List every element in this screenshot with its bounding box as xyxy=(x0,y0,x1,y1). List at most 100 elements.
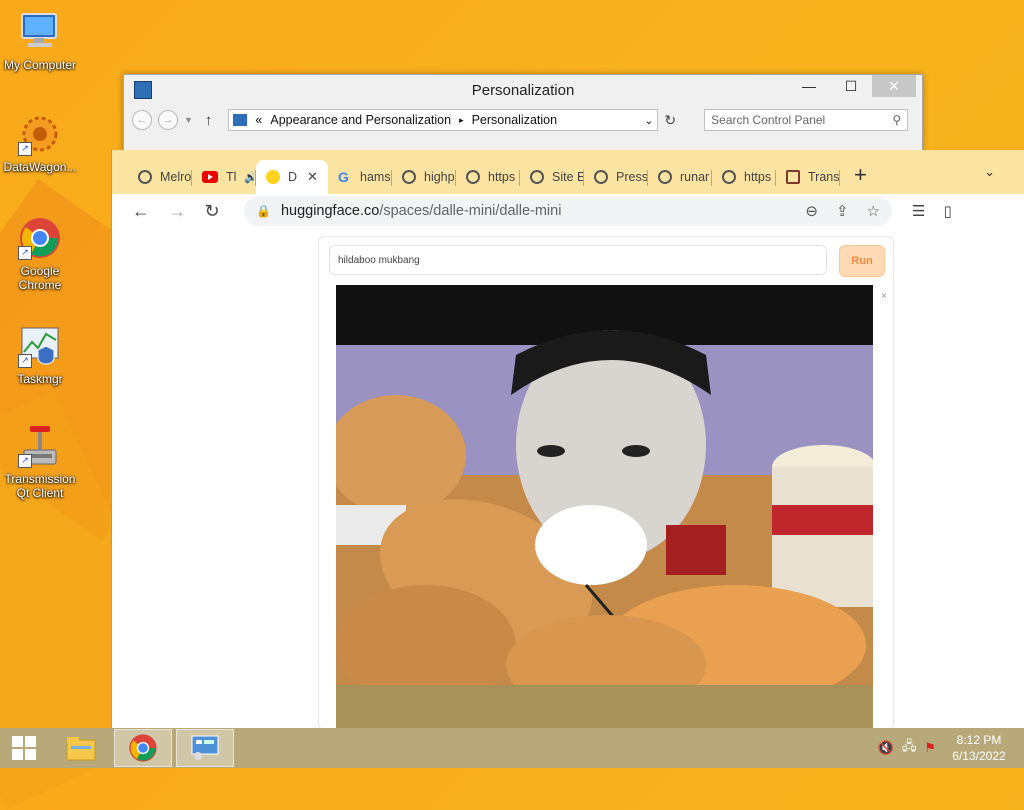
start-button[interactable] xyxy=(0,728,48,768)
desktop-icon-label: Taskmgr xyxy=(17,372,63,386)
new-tab-button[interactable]: + xyxy=(854,162,867,188)
generated-image[interactable] xyxy=(336,285,873,729)
up-arrow-icon[interactable]: ↑ xyxy=(205,112,213,129)
recent-dropdown-icon[interactable]: ▼ xyxy=(184,115,193,125)
breadcrumb-separator[interactable]: ▸ xyxy=(459,115,464,126)
bookmark-star-icon[interactable]: ☆ xyxy=(867,202,880,220)
action-center-icon[interactable]: ⚑ xyxy=(924,740,936,756)
desktop-icon-datawagon[interactable]: ↗ DataWagon... xyxy=(0,112,80,174)
youtube-icon xyxy=(202,171,218,183)
control-panel-small-icon xyxy=(233,114,248,126)
taskbar-file-explorer[interactable] xyxy=(52,729,110,767)
desktop-icon-label: DataWagon... xyxy=(3,160,77,174)
tab-trans[interactable]: Trans xyxy=(776,160,840,194)
maximize-button[interactable]: ☐ xyxy=(830,75,872,97)
globe-icon xyxy=(594,170,608,184)
reading-list-icon[interactable]: ☰ xyxy=(912,202,925,220)
tab-https-1[interactable]: https xyxy=(456,160,520,194)
address-bar[interactable]: 🔒 huggingface.co/spaces/dalle-mini/dalle… xyxy=(244,196,892,226)
breadcrumb-personalization[interactable]: Personalization xyxy=(472,113,557,127)
chrome-icon: ↗ xyxy=(18,216,62,260)
tab-label: Press xyxy=(616,170,648,184)
tab-label: Melro xyxy=(160,170,192,184)
address-bar[interactable]: « Appearance and Personalization ▸ Perso… xyxy=(228,109,659,131)
tab-runar[interactable]: runar xyxy=(648,160,712,194)
tab-youtube[interactable]: Tl 🔊 xyxy=(192,160,256,194)
tab-dalle-mini[interactable]: D ✕ xyxy=(256,160,328,194)
prompt-input[interactable]: hildaboo mukbang xyxy=(329,245,827,275)
taskbar-control-panel[interactable] xyxy=(176,729,234,767)
globe-icon xyxy=(658,170,672,184)
tab-site[interactable]: Site E xyxy=(520,160,584,194)
search-placeholder: Search Control Panel xyxy=(711,113,826,127)
chevron-down-icon[interactable]: ⌄ xyxy=(644,114,653,127)
close-tab-icon[interactable]: ✕ xyxy=(307,169,318,185)
close-button[interactable]: ✕ xyxy=(872,75,916,97)
clock-time: 8:12 PM xyxy=(956,733,1002,747)
translate-icon xyxy=(786,170,800,184)
run-button[interactable]: Run xyxy=(839,245,885,277)
search-icon: ⚲ xyxy=(892,113,902,127)
clock[interactable]: 8:12 PM 6/13/2022 xyxy=(944,732,1014,764)
side-panel-icon[interactable]: ▯ xyxy=(943,202,951,220)
zoom-icon[interactable]: ⊖ xyxy=(805,202,818,220)
tab-strip: Melro Tl 🔊 D ✕ Ghams highp https Site E Pr… xyxy=(112,150,1024,194)
breadcrumb-overflow[interactable]: « xyxy=(255,113,262,127)
desktop-icon-my-computer[interactable]: My Computer xyxy=(0,10,80,72)
huggingface-icon xyxy=(266,170,280,184)
taskbar: 🔇 🖧 ⚑ 8:12 PM 6/13/2022 xyxy=(0,728,1024,768)
control-panel-icon xyxy=(134,81,152,99)
back-icon[interactable]: ← xyxy=(132,201,150,222)
system-tray: 🔇 🖧 ⚑ 8:12 PM 6/13/2022 xyxy=(878,732,1024,764)
speaker-icon[interactable]: 🔊 xyxy=(244,171,256,184)
share-icon[interactable]: ⇪ xyxy=(836,202,849,220)
lock-icon: 🔒 xyxy=(256,204,271,218)
url-host: huggingface.co xyxy=(280,203,380,219)
breadcrumb-appearance[interactable]: Appearance and Personalization xyxy=(270,113,451,127)
shortcut-arrow-icon: ↗ xyxy=(18,142,32,156)
tab-hams[interactable]: Ghams xyxy=(328,160,392,194)
reload-icon[interactable]: ↻ xyxy=(204,201,220,222)
forward-icon[interactable]: → xyxy=(168,201,186,222)
tab-label: highp xyxy=(424,170,455,184)
tab-label: Site E xyxy=(552,170,584,184)
refresh-icon[interactable]: ↻ xyxy=(664,112,676,129)
globe-icon xyxy=(402,170,416,184)
window-title: Personalization xyxy=(471,81,575,99)
network-icon[interactable]: 🖧 xyxy=(902,737,917,759)
volume-muted-icon[interactable]: 🔇 xyxy=(878,740,894,756)
page-content: hildaboo mukbang Run × xyxy=(120,228,1024,730)
globe-icon xyxy=(530,170,544,184)
tab-highp[interactable]: highp xyxy=(392,160,456,194)
tab-label: Tl xyxy=(226,170,237,184)
dalle-mini-app: hildaboo mukbang Run × xyxy=(318,236,894,730)
tab-melro[interactable]: Melro xyxy=(128,160,192,194)
tab-label: https xyxy=(488,170,516,184)
desktop-icon-label: Google Chrome xyxy=(18,264,62,292)
tab-press[interactable]: Press xyxy=(584,160,648,194)
shortcut-arrow-icon: ↗ xyxy=(18,354,32,368)
tab-label: runar xyxy=(680,170,710,184)
tab-https-2[interactable]: https xyxy=(712,160,776,194)
control-panel-icon xyxy=(191,735,219,760)
desktop-icon-google-chrome[interactable]: ↗ Google Chrome xyxy=(0,216,80,292)
browser-toolbar: ← → ↻ 🔒 huggingface.co/spaces/dalle-mini… xyxy=(112,194,1024,228)
forward-icon[interactable]: → xyxy=(158,110,178,130)
url-path: /spaces/dalle-mini/dalle-mini xyxy=(379,203,562,219)
desktop-icon-taskmgr[interactable]: ↗ Taskmgr xyxy=(0,324,80,386)
transmission-icon: ↗ xyxy=(18,424,62,468)
close-image-icon[interactable]: × xyxy=(881,291,887,302)
minimize-button[interactable]: — xyxy=(788,75,830,97)
search-control-panel-input[interactable]: Search Control Panel ⚲ xyxy=(704,109,909,131)
tab-label: Trans xyxy=(808,170,840,184)
globe-icon xyxy=(138,170,152,184)
back-icon[interactable]: ← xyxy=(132,110,152,130)
chrome-window[interactable]: Melro Tl 🔊 D ✕ Ghams highp https Site E Pr… xyxy=(111,150,1024,730)
desktop-icon-label: My Computer xyxy=(3,58,77,72)
desktop-icon-transmission[interactable]: ↗ Transmission Qt Client xyxy=(0,424,80,500)
windows-logo-icon xyxy=(12,736,36,760)
control-panel-titlebar[interactable]: Personalization — ☐ ✕ xyxy=(124,75,922,105)
taskbar-chrome[interactable] xyxy=(114,729,172,767)
shortcut-arrow-icon: ↗ xyxy=(18,246,32,260)
tab-search-chevron-icon[interactable]: ⌄ xyxy=(984,164,995,180)
